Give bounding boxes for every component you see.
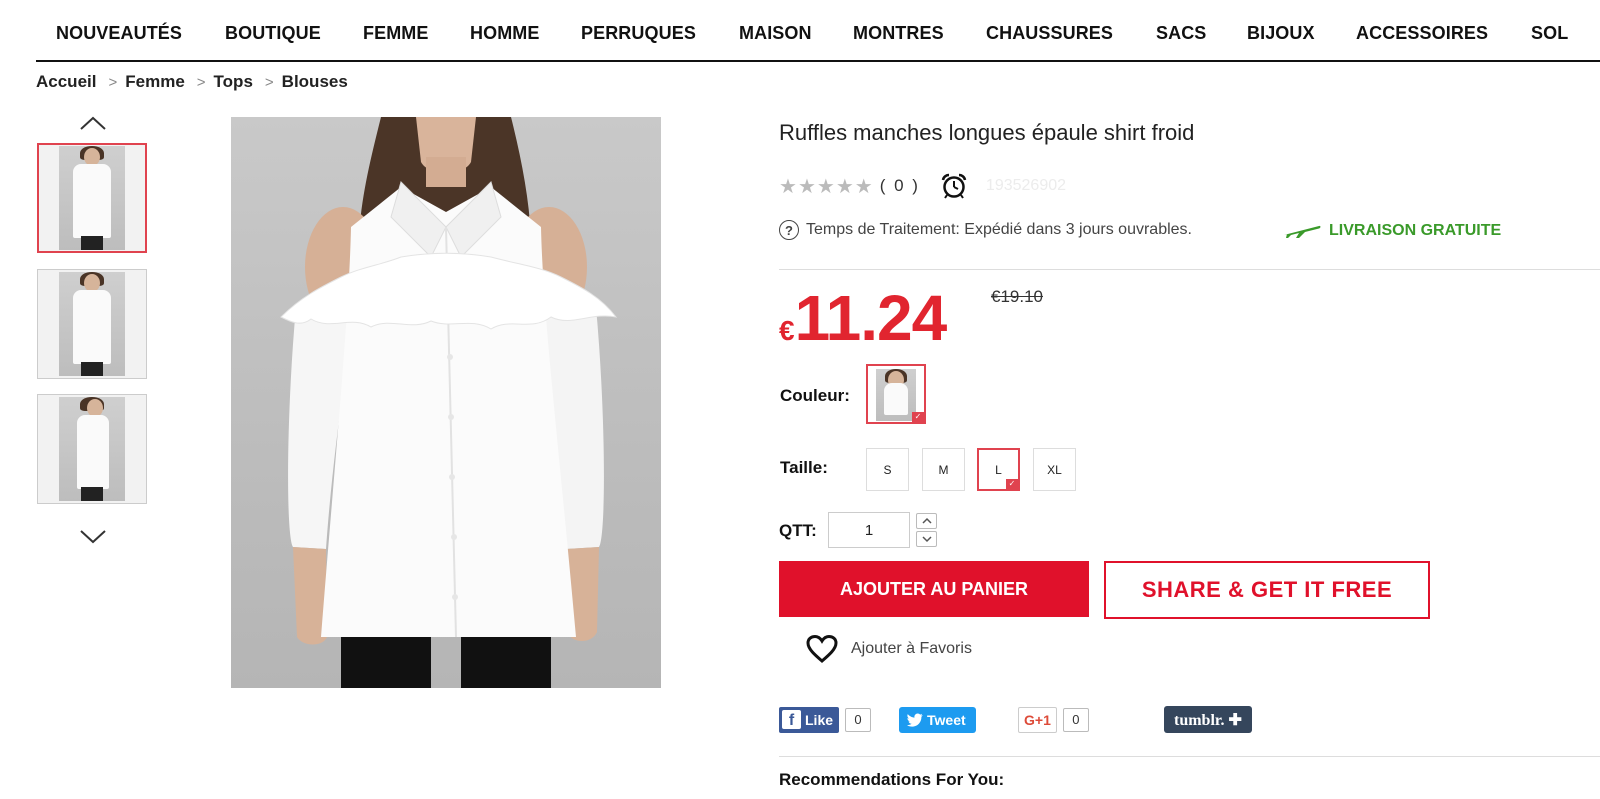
nav-item-accessoires[interactable]: ACCESSOIRES (1356, 23, 1488, 44)
facebook-like-count: 0 (845, 707, 872, 732)
recommendations-title: Recommendations For You: (779, 770, 1005, 789)
add-to-favorites[interactable]: Ajouter à Favoris (805, 634, 972, 664)
nav-item-montres[interactable]: MONTRES (853, 23, 944, 44)
check-icon: ✓ (912, 412, 924, 422)
chevron-down-icon[interactable] (78, 527, 108, 547)
tumblr-share: tumblr. ✚ (1164, 706, 1252, 733)
google-plus: G+1 0 (1018, 706, 1089, 733)
quantity-input[interactable] (828, 512, 910, 548)
nav-item-boutique[interactable]: BOUTIQUE (225, 23, 321, 44)
tweet-label: Tweet (927, 711, 966, 728)
price-amount: 11.24 (794, 282, 948, 354)
free-shipping-badge: LIVRAISON GRATUITE (1283, 222, 1501, 240)
size-option-label: L (995, 462, 1002, 477)
currency-symbol: € (779, 315, 795, 346)
check-icon: ✓ (1006, 479, 1018, 489)
review-count[interactable]: ( 0 ) (880, 176, 920, 196)
free-shipping-text: LIVRAISON GRATUITE (1329, 222, 1502, 239)
star-icon[interactable]: ★ (817, 174, 835, 199)
breadcrumb-separator: > (196, 74, 206, 91)
add-to-favorites-label: Ajouter à Favoris (851, 640, 972, 657)
top-nav: NOUVEAUTÉS BOUTIQUE FEMME HOMME PERRUQUE… (36, 0, 1600, 62)
breadcrumb-femme[interactable]: Femme (125, 72, 185, 91)
gallery-thumbnail[interactable] (37, 143, 147, 253)
breadcrumb-tops[interactable]: Tops (214, 72, 253, 91)
nav-item-nouveautes[interactable]: NOUVEAUTÉS (56, 23, 182, 44)
processing-time: ? Temps de Traitement: Expédié dans 3 jo… (779, 220, 1192, 240)
help-icon[interactable]: ? (779, 220, 799, 240)
alarm-clock-icon (940, 173, 968, 199)
facebook-like-label: Like (805, 711, 834, 728)
chevron-up-icon[interactable] (78, 113, 108, 133)
airplane-icon (1284, 225, 1321, 238)
share-get-free-button[interactable]: SHARE & GET IT FREE (1104, 561, 1430, 619)
facebook-icon: f (782, 710, 801, 729)
heart-icon (806, 634, 838, 663)
tweet: Tweet (899, 706, 976, 733)
quantity-decrease-button[interactable] (916, 531, 937, 547)
nav-item-homme[interactable]: HOMME (470, 23, 540, 44)
color-swatch-image (876, 369, 916, 421)
facebook-like: f Like 0 (779, 706, 872, 733)
product-title: Ruffles manches longues épaule shirt fro… (779, 120, 1195, 145)
nav-item-sacs[interactable]: SACS (1156, 23, 1206, 44)
star-icon[interactable]: ★ (798, 174, 816, 199)
breadcrumb-blouses[interactable]: Blouses (282, 72, 348, 91)
google-plus-count: 0 (1062, 707, 1089, 732)
quantity-label: QTT: (779, 521, 817, 540)
star-icon[interactable]: ★ (836, 174, 854, 199)
breadcrumb-separator: > (264, 74, 274, 91)
nav-item-maison[interactable]: MAISON (739, 23, 812, 44)
size-label: Taille: (780, 458, 828, 477)
size-option-m[interactable]: M (922, 448, 965, 491)
tweet-button[interactable]: Tweet (899, 706, 976, 733)
breadcrumb-accueil[interactable]: Accueil (36, 72, 96, 91)
original-price: €19.10 (991, 287, 1043, 306)
product-sku: 193526902 (985, 177, 1067, 194)
size-option-l[interactable]: L ✓ (977, 448, 1020, 491)
thumbnail-image (59, 146, 125, 250)
processing-time-text: Temps de Traitement: Expédié dans 3 jour… (806, 221, 1192, 238)
divider (779, 269, 1600, 270)
tumblr-button[interactable]: tumblr. ✚ (1164, 706, 1252, 733)
breadcrumb: Accueil > Femme > Tops > Blouses (36, 72, 348, 92)
color-swatch[interactable]: ✓ (866, 364, 926, 424)
nav-item-perruques[interactable]: PERRUQUES (581, 23, 696, 44)
rating-row: ★ ★ ★ ★ ★ ( 0 ) 193526902 (779, 173, 1067, 199)
add-to-cart-button[interactable]: AJOUTER AU PANIER (779, 561, 1089, 617)
thumbnail-image (59, 272, 125, 376)
facebook-like-button[interactable]: f Like (779, 706, 840, 733)
size-option-xl[interactable]: XL (1033, 448, 1076, 491)
star-icon[interactable]: ★ (855, 174, 873, 199)
twitter-bird-icon (907, 713, 923, 727)
quantity-increase-button[interactable] (916, 513, 937, 529)
chevron-down-icon (921, 536, 932, 543)
size-option-s[interactable]: S (866, 448, 909, 491)
color-label: Couleur: (780, 386, 850, 405)
gallery-thumbnail[interactable] (37, 394, 147, 504)
star-icon[interactable]: ★ (779, 174, 797, 199)
thumbnail-image (59, 397, 125, 501)
chevron-up-icon (921, 517, 932, 524)
divider (779, 756, 1600, 757)
current-price: €11.24 (779, 281, 948, 355)
main-product-image[interactable] (231, 117, 661, 688)
nav-item-bijoux[interactable]: BIJOUX (1247, 23, 1315, 44)
breadcrumb-separator: > (108, 74, 118, 91)
nav-item-soldes[interactable]: SOL (1531, 23, 1568, 44)
nav-item-femme[interactable]: FEMME (363, 23, 429, 44)
google-plus-button[interactable]: G+1 (1018, 706, 1057, 733)
nav-item-chaussures[interactable]: CHAUSSURES (986, 23, 1113, 44)
gallery-thumbnail[interactable] (37, 269, 147, 379)
